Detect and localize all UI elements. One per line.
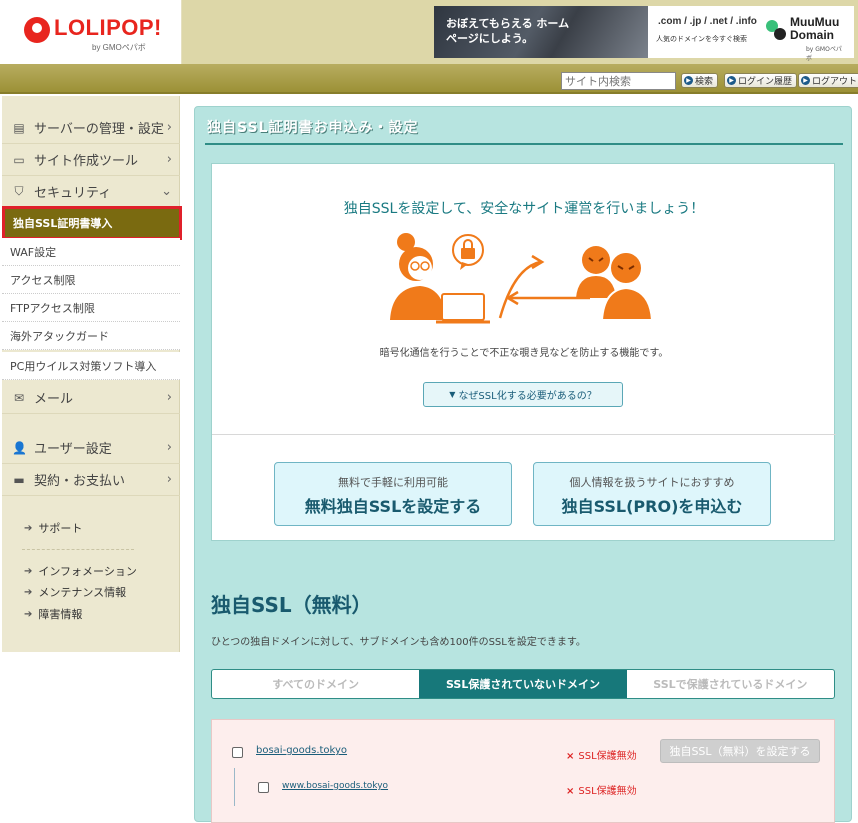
logo-sub: by GMOペパボ [92, 43, 146, 52]
subdomain-tree-line [234, 768, 235, 806]
credit-card-icon: ▬ [13, 472, 25, 487]
attacker-head-2 [609, 251, 643, 285]
sidebar-sub-attack-guard[interactable]: 海外アタックガード [2, 322, 180, 350]
mail-icon: ✉ [13, 390, 25, 405]
sidebar-item-billing[interactable]: ▬ 契約・お支払い › [2, 464, 180, 496]
chevron-right-icon: › [166, 472, 172, 487]
caret-down-icon: ▼ [449, 390, 456, 399]
chevron-right-icon: › [166, 152, 172, 167]
arrow-right-icon: ➔ [24, 586, 33, 598]
ssl-status: × SSL保護無効 [566, 786, 637, 797]
banner-domains: .com / .jp / .net / .info [658, 16, 757, 27]
sidebar-divider [22, 549, 134, 550]
ssl-promo-card: 独自SSLを設定して、安全なサイト運営を行いましょう！ 暗号化通信を行うことで不… [211, 163, 836, 541]
why-ssl-button[interactable]: ▼ なぜSSL化する必要があるの？ [423, 382, 623, 407]
muumuu-mark-icon [766, 20, 786, 40]
free-ssl-button[interactable]: 無料で手軽に利用可能 無料独自SSLを設定する [274, 462, 512, 526]
search-button[interactable]: ▶ 検索 [681, 73, 719, 88]
banner-photo: おぼえてもらえる ホームページにしよう。 [434, 6, 648, 58]
domain-filter-tabs: すべてのドメイン SSL保護されていないドメイン SSLで保護されているドメイン [211, 669, 835, 699]
sidebar-link-information[interactable]: ➔ インフォメーション [24, 563, 137, 579]
site-search-input[interactable] [561, 72, 676, 90]
free-ssl-section-title: 独自SSL（無料） [211, 593, 372, 617]
server-icon: ▤ [13, 120, 25, 135]
arrow-right-icon: ▶ [684, 76, 693, 85]
arrow-right-icon: ➔ [24, 608, 33, 620]
tab-all-domains[interactable]: すべてのドメイン [212, 670, 419, 698]
outgoing-arrow [498, 260, 541, 319]
cross-icon: × [566, 751, 575, 762]
woman-body [390, 286, 446, 320]
sidebar-item-user-settings[interactable]: 👤 ユーザー設定 › [2, 432, 180, 464]
tab-protected-domains[interactable]: SSLで保護されているドメイン [627, 670, 834, 698]
arrow-right-icon: ▶ [801, 76, 810, 85]
sidebar-link-maintenance[interactable]: ➔ メンテナンス情報 [24, 584, 126, 600]
muumuu-sub: by GMOペパボ [806, 46, 842, 62]
arrow-right-icon: ▶ [727, 76, 736, 85]
banner-right: .com / .jp / .net / .info 人気のドメインを今すぐ検索 … [648, 6, 854, 63]
laptop-icon: ▭ [13, 152, 25, 167]
sidebar-sub-antivirus[interactable]: PC用ウイルス対策ソフト導入 [2, 352, 180, 380]
page-title: 独自SSL証明書お申込み・設定 [207, 120, 419, 136]
sidebar-sub-waf[interactable]: WAF設定 [2, 238, 180, 266]
logo-text: LOLIPOP! [54, 15, 162, 40]
sidebar-sub-ssl[interactable]: 独自SSL証明書導入 [2, 206, 182, 240]
cross-icon: × [566, 786, 575, 797]
utility-bar: ▶検索 ▶ログイン履歴 ▶ログアウト [0, 64, 858, 94]
login-history-button[interactable]: ▶ ログイン履歴 [724, 73, 798, 88]
chevron-right-icon: › [166, 120, 172, 135]
logo-mark-icon [24, 17, 50, 43]
shield-icon: ⛉ [14, 184, 24, 198]
free-ssl-section-desc: ひとつの独自ドメインに対して、サブドメインも含め100件のSSLを設定できます。 [211, 637, 586, 648]
lolipop-logo[interactable]: LOLIPOP! by GMOペパボ [0, 0, 182, 64]
sidebar-link-failure[interactable]: ➔ 障害情報 [24, 606, 82, 622]
domain-list: bosai-goods.tokyo × SSL保護無効 独自SSL（無料）を設定す… [211, 719, 835, 823]
set-free-ssl-button[interactable]: 独自SSL（無料）を設定する [660, 739, 820, 763]
chevron-down-icon: ⌄ [161, 184, 172, 199]
promo-divider [212, 434, 836, 435]
domain-link[interactable]: bosai-goods.tokyo [256, 745, 347, 756]
chevron-right-icon: › [166, 440, 172, 455]
muumuu-banner[interactable]: おぼえてもらえる ホームページにしよう。 .com / .jp / .net /… [434, 6, 854, 63]
sidebar-item-server[interactable]: ▤ サーバーの管理・設定 › [2, 112, 180, 144]
sidebar-link-support[interactable]: ➔ サポート [24, 520, 82, 536]
subdomain-link[interactable]: www.bosai-goods.tokyo [282, 781, 388, 791]
muumuu-text: MuuMuu Domain [790, 15, 840, 42]
arrow-right-icon: ➔ [24, 565, 33, 577]
main-panel: 独自SSL証明書お申込み・設定 独自SSLを設定して、安全なサイト運営を行いまし… [194, 106, 852, 823]
domain-checkbox[interactable] [232, 747, 243, 758]
muumuu-logo: MuuMuu Domain by GMOペパボ [766, 15, 846, 62]
banner-photo-text: おぼえてもらえる ホームページにしよう。 [446, 17, 570, 45]
arrow-right-icon: ➔ [24, 522, 33, 534]
pro-ssl-button[interactable]: 個人情報を扱うサイトにおすすめ 独自SSL(PRO)を申込む [533, 462, 771, 526]
banner-tagline: 人気のドメインを今すぐ検索 [656, 35, 747, 43]
attacker-head-1 [582, 246, 610, 274]
chevron-right-icon: › [166, 390, 172, 405]
tab-unprotected-domains[interactable]: SSL保護されていないドメイン [419, 670, 627, 698]
sidebar-item-security[interactable]: ⛉ セキュリティ ⌄ [2, 176, 180, 208]
promo-description: 暗号化通信を行うことで不正な覗き見などを防止する機能です。 [379, 348, 669, 359]
sidebar-sub-access[interactable]: アクセス制限 [2, 266, 180, 294]
sidebar-item-site-tools[interactable]: ▭ サイト作成ツール › [2, 144, 180, 176]
title-underline [205, 143, 843, 145]
sidebar-sub-ftp[interactable]: FTPアクセス制限 [2, 294, 180, 322]
user-icon: 👤 [12, 440, 27, 455]
subdomain-checkbox[interactable] [258, 782, 269, 793]
header: LOLIPOP! by GMOペパボ おぼえてもらえる ホームページにしよう。 … [0, 0, 858, 64]
ssl-status: × SSL保護無効 [566, 751, 637, 762]
sidebar-item-mail[interactable]: ✉ メール › [2, 382, 180, 414]
sidebar: ▤ サーバーの管理・設定 › ▭ サイト作成ツール › ⛉ セキュリティ ⌄ 独… [2, 96, 182, 652]
logout-button[interactable]: ▶ ログアウト [798, 73, 858, 88]
laptop-icon [441, 293, 485, 321]
promo-headline: 独自SSLを設定して、安全なサイト運営を行いましょう！ [343, 201, 705, 217]
security-illustration [390, 233, 654, 324]
